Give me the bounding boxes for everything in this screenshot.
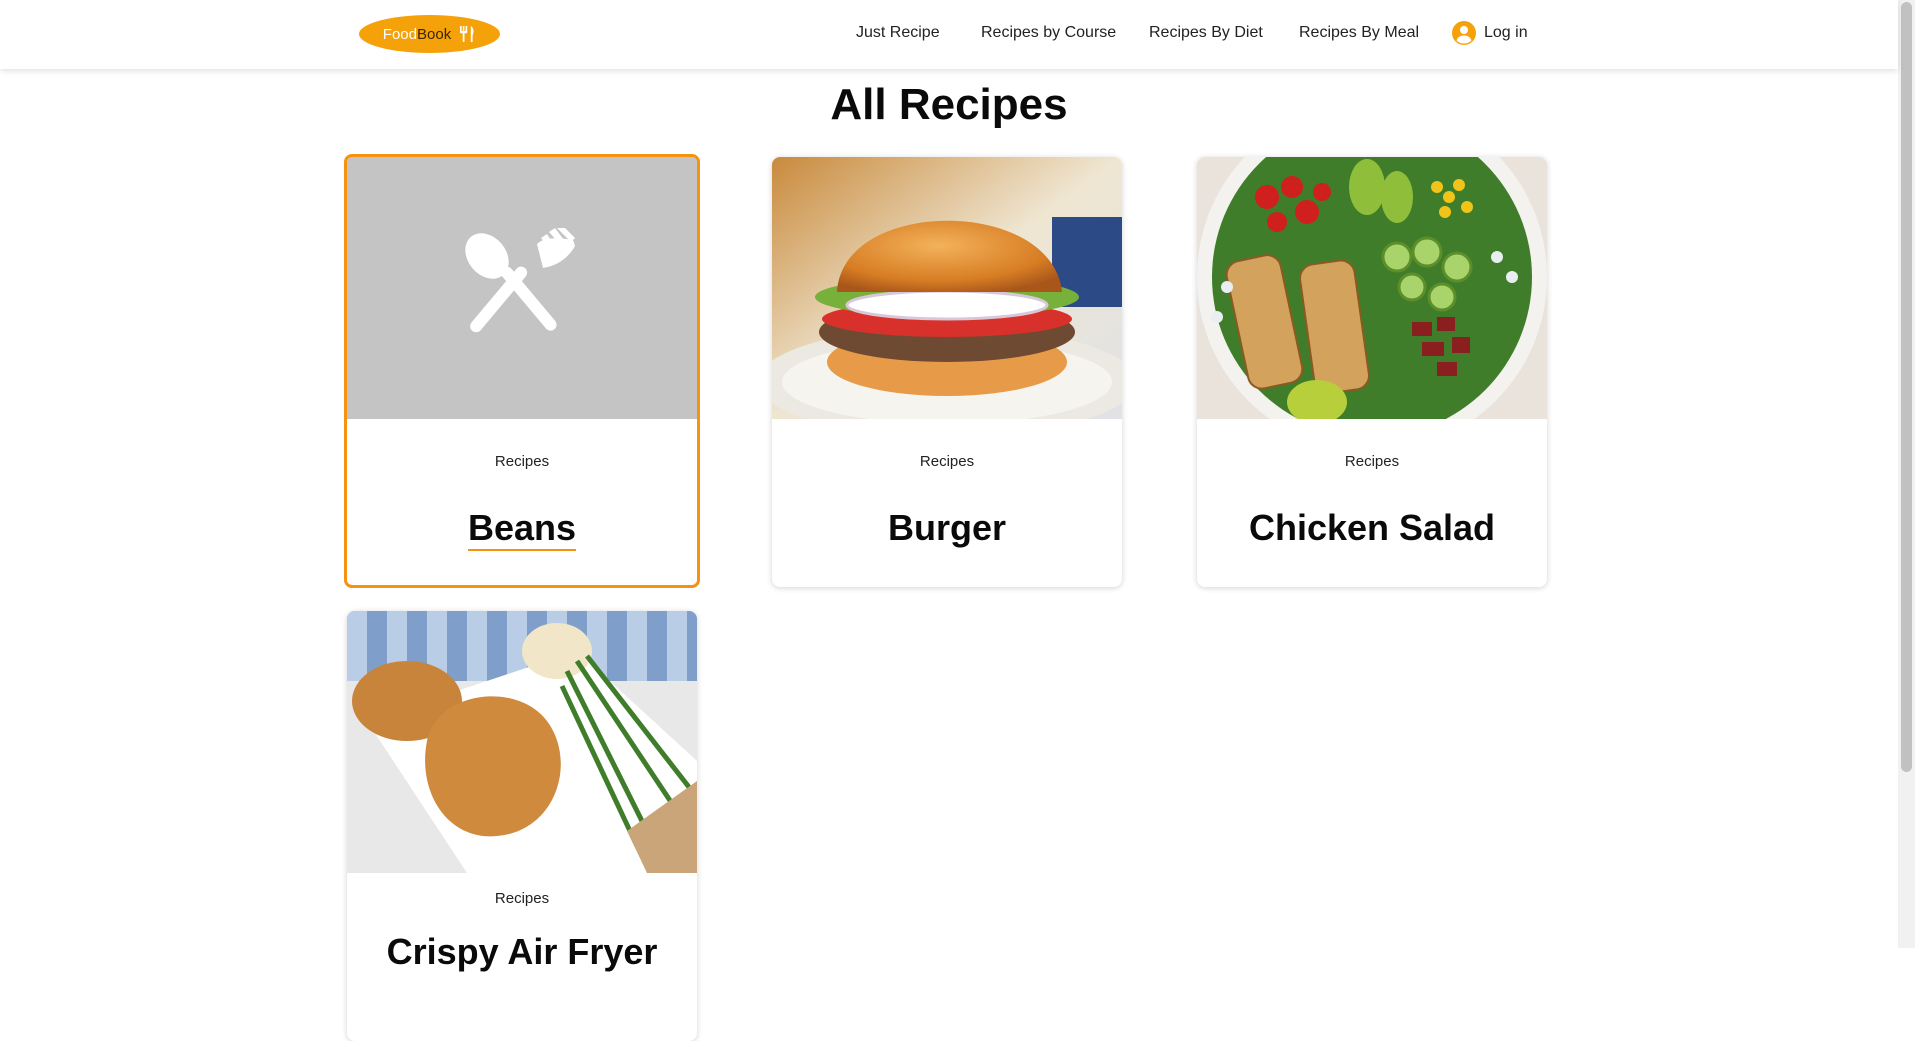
recipe-card-beans[interactable]: Recipes Beans xyxy=(344,154,700,588)
recipe-title[interactable]: Burger xyxy=(772,507,1122,549)
fried-chicken-photo xyxy=(347,611,697,873)
nav-recipes-by-diet[interactable]: Recipes By Diet xyxy=(1149,24,1263,42)
spoon-fork-icon xyxy=(465,228,575,333)
nav-recipes-by-meal[interactable]: Recipes By Meal xyxy=(1299,24,1419,42)
recipe-title[interactable]: Chicken Salad xyxy=(1197,507,1547,549)
page-scrollbar[interactable] xyxy=(1898,0,1915,948)
recipe-card-burger[interactable]: Recipes Burger xyxy=(772,157,1122,587)
nav-recipes-by-course[interactable]: Recipes by Course xyxy=(981,24,1116,42)
recipe-category: Recipes xyxy=(494,453,550,470)
recipe-title-text: Beans xyxy=(467,507,577,551)
recipe-card-chicken-salad[interactable]: Recipes Chicken Salad xyxy=(1197,157,1547,587)
recipe-image-placeholder xyxy=(347,157,697,419)
login-link[interactable]: Log in xyxy=(1452,21,1528,45)
recipe-category: Recipes xyxy=(494,890,550,907)
recipe-category: Recipes xyxy=(1344,453,1400,470)
top-navbar: Food Book Just Recipe Recipes by Course R… xyxy=(0,0,1898,69)
foodbook-logo[interactable]: Food Book xyxy=(359,15,500,53)
recipe-title[interactable]: Beans xyxy=(347,507,697,551)
logo-book-text: Book xyxy=(417,25,452,43)
login-label: Log in xyxy=(1484,24,1528,41)
recipe-card-crispy-air-fryer[interactable]: Recipes Crispy Air Fryer xyxy=(347,611,697,1041)
fork-knife-icon xyxy=(460,26,474,42)
scrollbar-thumb[interactable] xyxy=(1901,2,1912,772)
burger-photo xyxy=(772,157,1122,419)
page-title: All Recipes xyxy=(830,80,1068,129)
user-circle-icon xyxy=(1452,21,1476,45)
nav-just-recipe[interactable]: Just Recipe xyxy=(856,24,940,42)
chicken-salad-photo xyxy=(1197,157,1547,419)
recipe-category: Recipes xyxy=(919,453,975,470)
logo-food-text: Food xyxy=(382,25,417,43)
recipe-title[interactable]: Crispy Air Fryer xyxy=(347,931,697,973)
